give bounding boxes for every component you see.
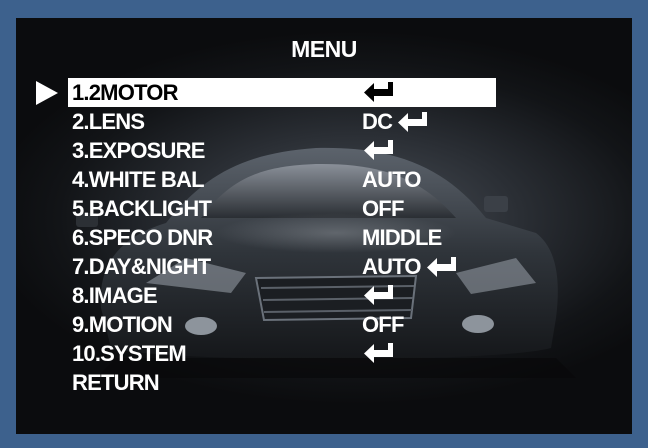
menu-item-value: AUTO	[362, 167, 422, 193]
enter-return-icon	[362, 341, 396, 365]
enter-return-icon	[362, 283, 396, 307]
menu-item-label: 10.SYSTEM	[72, 341, 187, 366]
menu-item-label: 8.IMAGE	[72, 283, 158, 308]
menu-item-value-text: OFF	[362, 196, 404, 221]
enter-return-icon	[362, 80, 396, 104]
menu-item-7[interactable]: 8.IMAGE	[16, 281, 632, 310]
menu-item-label: 7.DAY&NIGHT	[72, 254, 211, 279]
menu-item-label: 4.WHITE BAL	[72, 167, 205, 192]
menu-item-9[interactable]: 10.SYSTEM	[16, 339, 632, 368]
menu-item-label: 3.EXPOSURE	[72, 138, 205, 163]
menu-item-value	[362, 80, 396, 104]
menu-item-label: 6.SPECO DNR	[72, 225, 213, 250]
menu-item-4[interactable]: 5.BACKLIGHT OFF	[16, 194, 632, 223]
menu-list: 1.2MOTOR 2.LENS DC 3.EXPOSURE 4.WHITE BAL AUT…	[16, 78, 632, 397]
cursor-arrow-icon	[36, 81, 58, 105]
menu-item-value: MIDDLE	[362, 225, 442, 251]
menu-item-10[interactable]: RETURN	[16, 368, 632, 397]
menu-item-label: 5.BACKLIGHT	[72, 196, 212, 221]
osd-frame: MENU 1.2MOTOR 2.LENS DC 3.EXPOSURE 4.WHITE B…	[0, 0, 648, 448]
menu-item-value-text: OFF	[362, 312, 404, 337]
menu-item-3[interactable]: 4.WHITE BAL AUTO	[16, 165, 632, 194]
camera-screen: MENU 1.2MOTOR 2.LENS DC 3.EXPOSURE 4.WHITE B…	[16, 18, 632, 434]
menu-item-value: AUTO	[362, 254, 459, 280]
menu-item-label: 2.LENS	[72, 109, 145, 134]
menu-item-value	[362, 341, 396, 365]
menu-item-5[interactable]: 6.SPECO DNR MIDDLE	[16, 223, 632, 252]
enter-return-icon	[425, 255, 459, 279]
menu-item-2[interactable]: 3.EXPOSURE	[16, 136, 632, 165]
menu-item-label: 1.2MOTOR	[72, 80, 178, 105]
menu-item-value: OFF	[362, 196, 404, 222]
menu-item-label: RETURN	[72, 370, 160, 395]
enter-return-icon	[396, 110, 430, 134]
menu-item-value: DC	[362, 109, 430, 135]
menu-item-6[interactable]: 7.DAY&NIGHT AUTO	[16, 252, 632, 281]
menu-item-value-text: DC	[362, 109, 393, 134]
menu-title: MENU	[291, 36, 357, 62]
menu-item-label: 9.MOTION	[72, 312, 173, 337]
menu-item-0[interactable]: 1.2MOTOR	[16, 78, 632, 107]
menu-item-1[interactable]: 2.LENS DC	[16, 107, 632, 136]
enter-return-icon	[362, 138, 396, 162]
menu-item-value: OFF	[362, 312, 404, 338]
menu-item-value-text: MIDDLE	[362, 225, 442, 250]
menu-item-value-text: AUTO	[362, 254, 422, 279]
menu-item-8[interactable]: 9.MOTION OFF	[16, 310, 632, 339]
menu-item-value	[362, 138, 396, 162]
menu-item-value	[362, 283, 396, 307]
menu-item-value-text: AUTO	[362, 167, 422, 192]
